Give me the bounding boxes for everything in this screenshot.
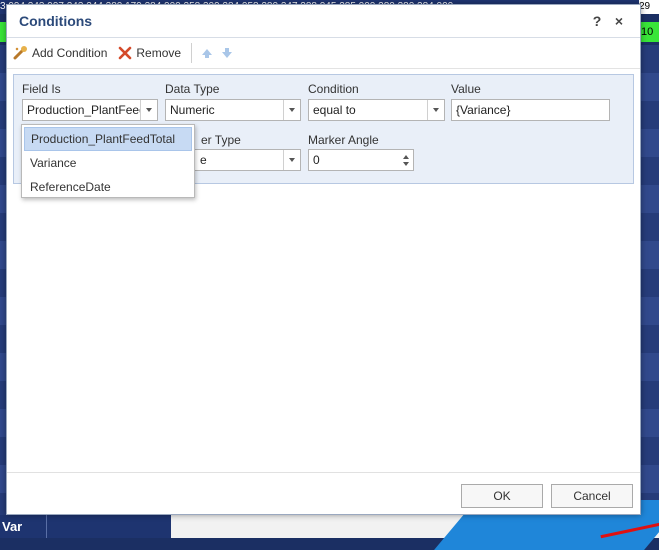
field-is-dropdown-icon[interactable]: [140, 100, 157, 120]
data-type-dropdown-icon[interactable]: [283, 100, 300, 120]
cancel-button[interactable]: Cancel: [551, 484, 633, 508]
help-button[interactable]: ?: [586, 13, 608, 29]
marker-angle-label: Marker Angle: [308, 133, 379, 147]
marker-type-dropdown-icon[interactable]: [283, 150, 300, 170]
data-type-value: Numeric: [170, 103, 215, 117]
field-is-select[interactable]: Production_PlantFeedTotal: [22, 99, 158, 121]
remove-icon: [119, 46, 132, 60]
background-cell: [46, 515, 171, 538]
ok-button[interactable]: OK: [461, 484, 543, 508]
add-condition-icon: [13, 46, 27, 60]
field-is-value: Production_PlantFeedTotal: [27, 103, 140, 117]
field-is-dropdown-list: Production_PlantFeedTotal Variance Refer…: [21, 124, 195, 198]
move-up-icon[interactable]: [200, 46, 214, 60]
dropdown-option[interactable]: Variance: [24, 151, 192, 175]
close-button[interactable]: ×: [608, 13, 630, 29]
dropdown-option[interactable]: Production_PlantFeedTotal: [24, 127, 192, 151]
add-condition-button[interactable]: Add Condition: [13, 45, 107, 61]
toolbar-separator: [191, 43, 193, 63]
value-input-text: {Variance}: [456, 103, 511, 117]
data-type-select[interactable]: Numeric: [165, 99, 301, 121]
marker-angle-spinner[interactable]: [399, 150, 413, 170]
dialog-titlebar[interactable]: Conditions ? ×: [7, 5, 640, 38]
dialog-title: Conditions: [19, 13, 93, 29]
data-type-label: Data Type: [165, 82, 220, 96]
dialog-footer: OK Cancel: [7, 472, 640, 515]
remove-button[interactable]: Remove: [117, 45, 181, 61]
dialog-toolbar: Add Condition Remove: [7, 38, 640, 69]
background-grid-right: [641, 45, 659, 515]
marker-type-label: er Type: [201, 133, 241, 147]
condition-dropdown-icon[interactable]: [427, 100, 444, 120]
dropdown-option[interactable]: ReferenceDate: [24, 175, 192, 199]
background-green-cell-right: 10: [641, 22, 659, 42]
remove-label: Remove: [136, 46, 182, 60]
spin-up-icon[interactable]: [403, 154, 409, 159]
background-cell-top-right: 29: [639, 0, 659, 14]
conditions-dialog: Conditions ? × Add Condition Remove Fiel…: [6, 4, 641, 515]
field-is-label: Field Is: [22, 82, 61, 96]
marker-angle-value: 0: [313, 153, 320, 167]
condition-value: equal to: [313, 103, 356, 117]
spin-down-icon[interactable]: [403, 161, 409, 166]
move-down-icon[interactable]: [220, 46, 234, 60]
condition-select[interactable]: equal to: [308, 99, 445, 121]
condition-label: Condition: [308, 82, 359, 96]
value-input[interactable]: {Variance}: [451, 99, 610, 121]
value-label: Value: [451, 82, 481, 96]
add-condition-label: Add Condition: [32, 46, 108, 60]
background-var-label: Var: [0, 515, 46, 538]
marker-angle-input[interactable]: 0: [308, 149, 414, 171]
